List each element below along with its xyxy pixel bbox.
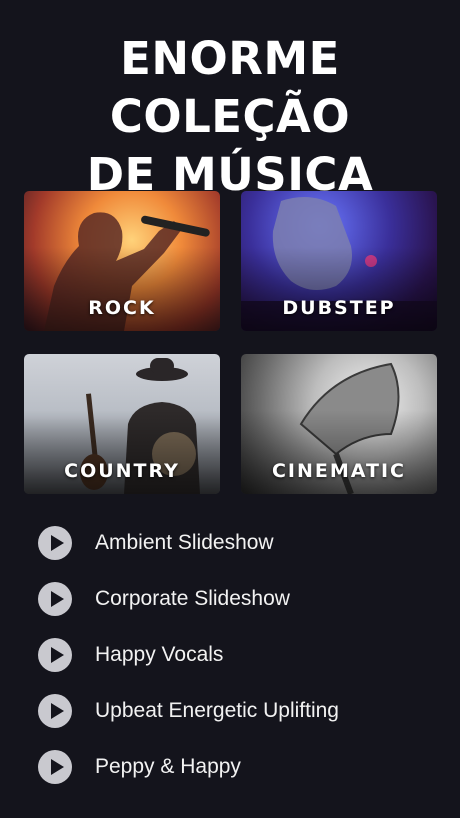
track-title: Happy Vocals	[95, 643, 224, 666]
track-title: Upbeat Energetic Uplifting	[95, 699, 339, 722]
track-item[interactable]: Happy Vocals	[38, 627, 438, 683]
track-item[interactable]: Upbeat Energetic Uplifting	[38, 683, 438, 739]
play-icon[interactable]	[38, 750, 72, 784]
track-item[interactable]: Peppy & Happy	[38, 739, 438, 795]
play-icon[interactable]	[38, 694, 72, 728]
genre-label-rock: ROCK	[88, 297, 156, 319]
track-title: Corporate Slideshow	[95, 587, 290, 610]
genre-tile-country[interactable]: COUNTRY	[24, 354, 220, 494]
genre-label-dubstep: DUBSTEP	[282, 297, 396, 319]
play-icon[interactable]	[38, 526, 72, 560]
genre-label-cinematic: CINEMATIC	[271, 460, 406, 482]
headline: ENORME COLEÇÃO DE MÚSICA	[0, 30, 460, 204]
track-title: Ambient Slideshow	[95, 531, 274, 554]
track-list: Ambient Slideshow Corporate Slideshow Ha…	[38, 515, 438, 795]
genre-grid: ROCK DUBSTEP COUNTRY CINEMATIC	[24, 191, 437, 494]
genre-tile-dubstep[interactable]: DUBSTEP	[241, 191, 437, 331]
play-icon[interactable]	[38, 638, 72, 672]
track-title: Peppy & Happy	[95, 755, 241, 778]
play-icon[interactable]	[38, 582, 72, 616]
genre-tile-cinematic[interactable]: CINEMATIC	[241, 354, 437, 494]
genre-label-country: COUNTRY	[64, 460, 180, 482]
track-item[interactable]: Corporate Slideshow	[38, 571, 438, 627]
genre-tile-rock[interactable]: ROCK	[24, 191, 220, 331]
track-item[interactable]: Ambient Slideshow	[38, 515, 438, 571]
headline-line-1: ENORME COLEÇÃO	[109, 32, 351, 143]
